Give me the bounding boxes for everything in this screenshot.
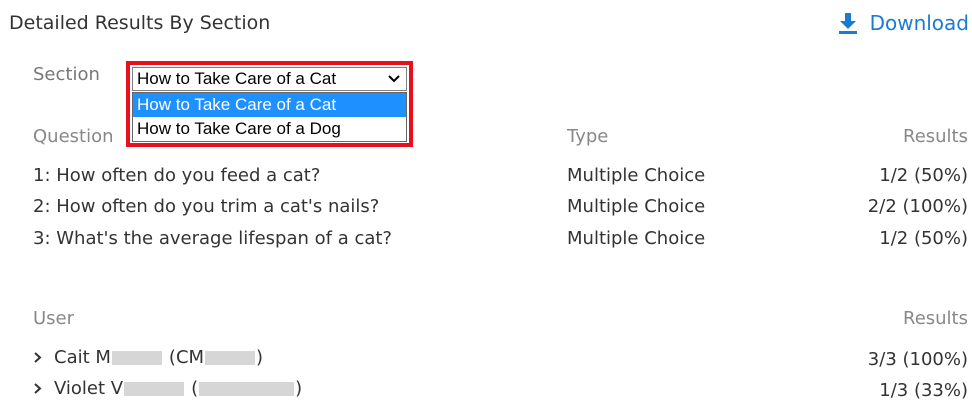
question-column-header: Question — [33, 126, 114, 147]
page-title: Detailed Results By Section — [9, 12, 271, 34]
chevron-down-icon — [388, 75, 400, 83]
download-label: Download — [869, 11, 969, 35]
download-button[interactable]: Download — [838, 11, 969, 35]
question-text: 3: What's the average lifespan of a cat? — [33, 228, 392, 249]
user-name: Cait M — [54, 347, 111, 368]
question-type: Multiple Choice — [567, 196, 706, 217]
question-type: Multiple Choice — [567, 228, 706, 249]
redacted-block — [124, 381, 185, 396]
redacted-block — [111, 350, 162, 365]
user-row-expandable[interactable]: Cait M (CM ) — [33, 347, 263, 368]
section-select[interactable]: How to Take Care of a Cat — [132, 67, 407, 91]
user-result: 3/3 (100%) — [867, 349, 968, 370]
user-id-open: (CM — [168, 347, 205, 368]
question-result: 1/2 (50%) — [879, 228, 968, 249]
question-result: 2/2 (100%) — [867, 196, 968, 217]
redacted-block — [199, 381, 295, 396]
question-text: 2: How often do you trim a cat's nails? — [33, 196, 380, 217]
user-id-close: ) — [256, 347, 264, 368]
results-column-header: Results — [903, 126, 968, 147]
section-select-value: How to Take Care of a Cat — [137, 69, 337, 88]
question-type: Multiple Choice — [567, 165, 706, 186]
question-text: 1: How often do you feed a cat? — [33, 165, 321, 186]
section-option-cat[interactable]: How to Take Care of a Cat — [133, 93, 406, 117]
section-option-dog[interactable]: How to Take Care of a Dog — [133, 117, 406, 141]
section-options-list: How to Take Care of a Cat How to Take Ca… — [132, 92, 407, 142]
user-result: 1/3 (33%) — [879, 380, 968, 401]
redacted-block — [205, 350, 256, 365]
type-column-header: Type — [567, 126, 609, 147]
section-label: Section — [33, 64, 100, 85]
user-column-header: User — [33, 308, 75, 329]
download-arrow-icon — [838, 12, 858, 34]
user-name: Violet V — [54, 378, 124, 399]
chevron-right-icon — [33, 351, 43, 365]
user-id-open: ( — [191, 378, 199, 399]
chevron-right-icon — [33, 382, 43, 396]
user-id-close: ) — [295, 378, 303, 399]
user-row-expandable[interactable]: Violet V ( ) — [33, 378, 302, 399]
question-result: 1/2 (50%) — [879, 165, 968, 186]
user-results-column-header: Results — [903, 308, 968, 329]
section-select-highlight: How to Take Care of a Cat How to Take Ca… — [126, 61, 413, 147]
